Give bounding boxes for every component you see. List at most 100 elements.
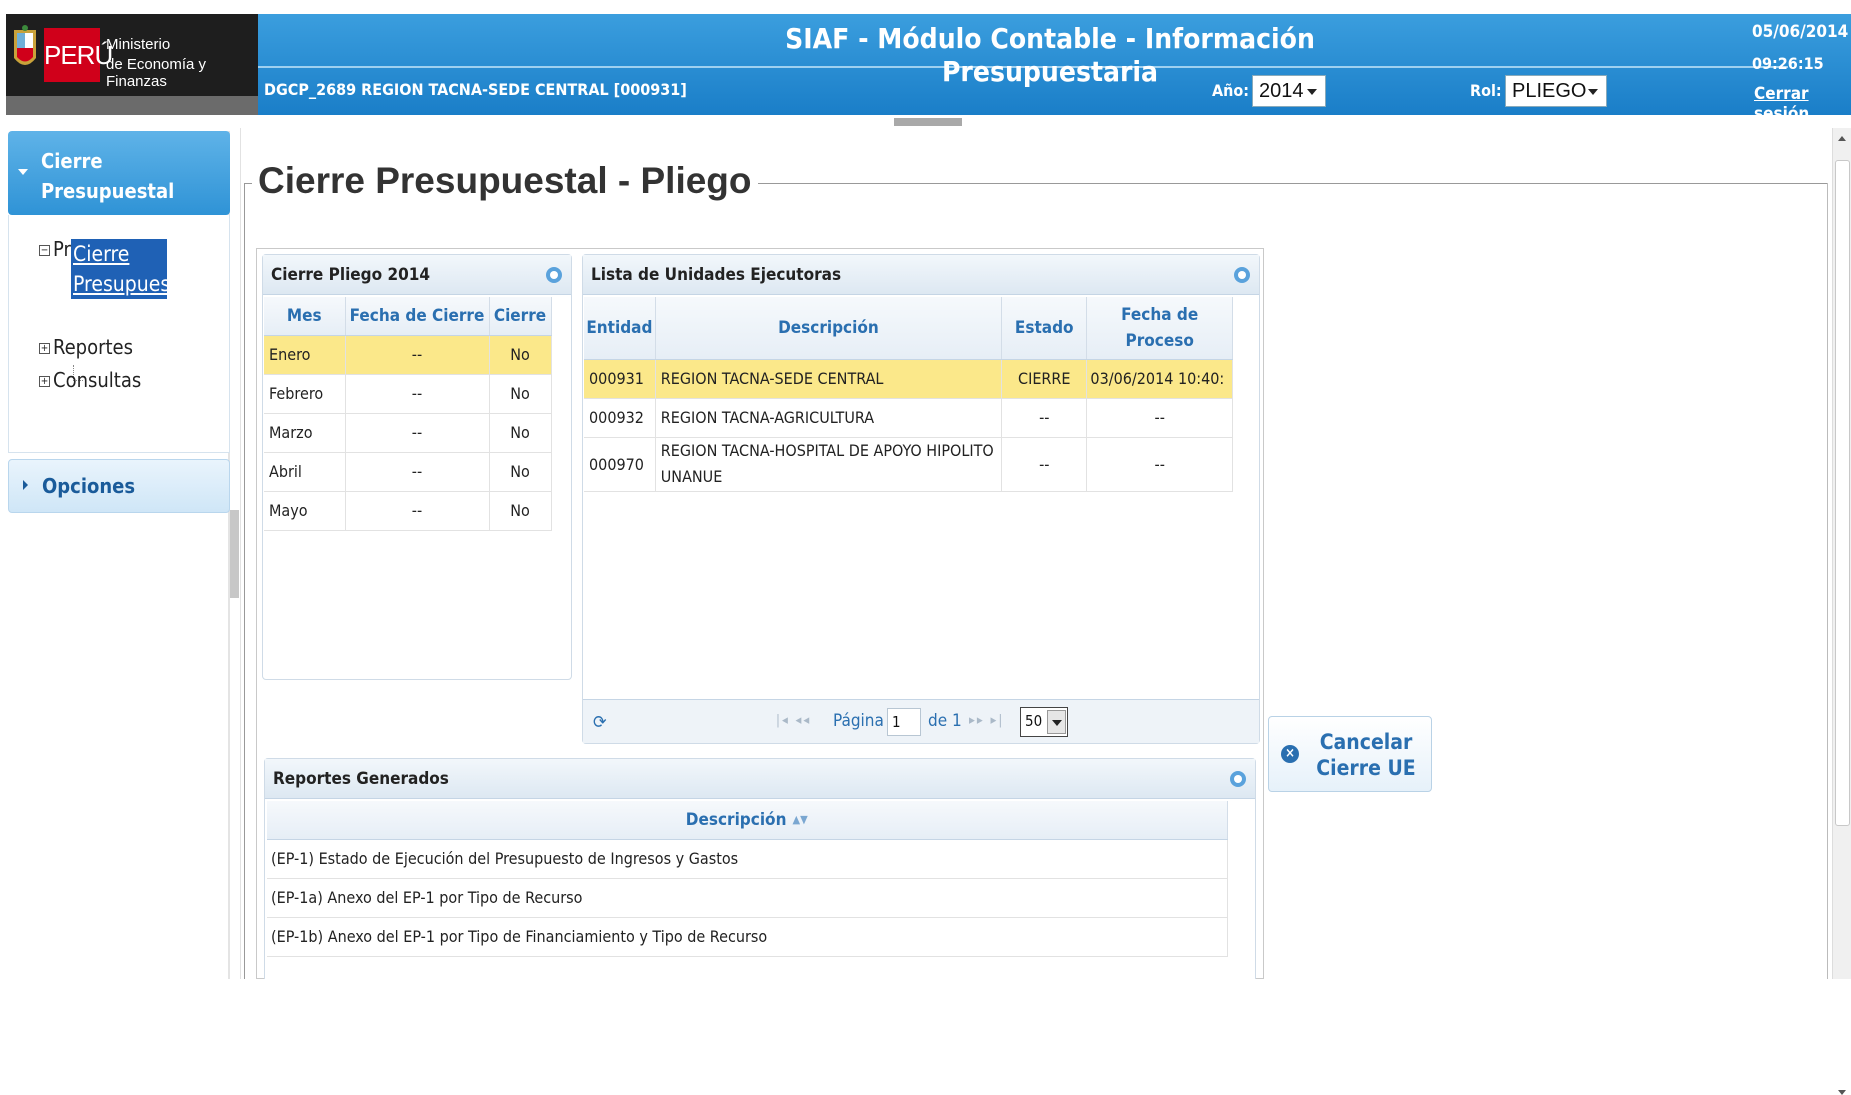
- logo-line-1: Ministerio: [106, 36, 171, 53]
- refresh-icon[interactable]: ⟳: [593, 712, 607, 733]
- table-row[interactable]: Enero -- No: [264, 335, 552, 375]
- cell-mes: Marzo: [264, 413, 346, 453]
- tree-link-cierre-presupuestal[interactable]: Cierre Presupuestal: [71, 239, 194, 299]
- entity-label: DGCP_2689 REGION TACNA-SEDE CENTRAL [000…: [264, 80, 687, 99]
- expand-icon[interactable]: +: [39, 376, 50, 387]
- cell-mes: Enero: [264, 335, 346, 375]
- grid-caption-text: Cierre Pliego 2014: [271, 265, 431, 285]
- column-header-descripcion[interactable]: Descripción ▲▼: [267, 801, 1228, 840]
- grid-caption: Lista de Unidades Ejecutoras: [583, 255, 1259, 295]
- cell-cierre: No: [489, 413, 552, 453]
- table-row[interactable]: Febrero -- No: [264, 374, 552, 414]
- expand-icon[interactable]: +: [39, 343, 50, 354]
- table-row[interactable]: Abril -- No: [264, 452, 552, 492]
- cell-fecha: --: [345, 491, 490, 531]
- cell-fecha: --: [345, 374, 490, 414]
- table-row[interactable]: (EP-1) Estado de Ejecución del Presupues…: [267, 839, 1228, 879]
- cierre-pliego-grid: Cierre Pliego 2014 Mes Fecha de Cierre C…: [262, 254, 572, 680]
- scrollbar-thumb[interactable]: [1835, 160, 1850, 826]
- column-header-entidad[interactable]: Entidad: [584, 297, 656, 360]
- cell-cierre: No: [489, 452, 552, 492]
- splitter-handle[interactable]: [894, 118, 962, 126]
- table-row[interactable]: 000931 REGION TACNA-SEDE CENTRAL CIERRE …: [584, 359, 1233, 399]
- grid-caption-text: Lista de Unidades Ejecutoras: [591, 265, 842, 285]
- cell-descripcion: REGION TACNA-AGRICULTURA: [655, 398, 1003, 438]
- column-header-cierre[interactable]: Cierre: [489, 297, 552, 336]
- ministry-logo: PERÚ Ministerio de Economía y Finanzas: [6, 14, 258, 115]
- page-input[interactable]: 1: [887, 708, 921, 736]
- next-last-page-icons[interactable]: ▸▸ ▸|: [969, 713, 1004, 728]
- rol-select-value: PLIEGO: [1512, 80, 1587, 102]
- cell-fecha: --: [345, 335, 490, 375]
- table-row[interactable]: Marzo -- No: [264, 413, 552, 453]
- table-row[interactable]: (EP-1b) Anexo del EP-1 por Tipo de Finan…: [267, 917, 1228, 957]
- chevron-down-icon: [1307, 89, 1317, 95]
- grid-caption: Cierre Pliego 2014: [263, 255, 571, 295]
- main-scrollbar[interactable]: [1832, 128, 1851, 1095]
- header-time: 09:26:15: [1752, 54, 1824, 73]
- chevron-down-icon: [1588, 89, 1598, 95]
- cell-reporte: (EP-1) Estado de Ejecución del Presupues…: [267, 839, 1228, 879]
- circle-collapse-icon[interactable]: [1230, 771, 1246, 787]
- tree-node-reportes[interactable]: + Reportes: [39, 335, 133, 359]
- first-prev-page-icons[interactable]: |◂ ◂◂: [776, 713, 811, 728]
- logo-line-2: de Economía y Finanzas: [106, 56, 207, 90]
- page-size-value: 50: [1025, 712, 1043, 730]
- accordion-label: Opciones: [42, 474, 136, 498]
- pager: ⟳ |◂ ◂◂ Página 1 de 1 ▸▸ ▸| 50: [583, 699, 1259, 743]
- chevron-down-icon[interactable]: [1047, 710, 1066, 734]
- tree-node-label: Reportes: [53, 335, 133, 359]
- accordion-label: Cierre Presupuestal: [41, 149, 175, 203]
- cell-reporte: (EP-1b) Anexo del EP-1 por Tipo de Finan…: [267, 917, 1228, 957]
- cell-cierre: No: [489, 491, 552, 531]
- header-date: 05/06/2014: [1752, 22, 1849, 42]
- year-label: Año:: [1212, 81, 1250, 100]
- column-header-fecha-proceso[interactable]: Fecha de Proceso: [1086, 297, 1233, 360]
- navigation-tree: −Procesos Cierre Presupuestal +Reportes …: [8, 215, 230, 453]
- cancel-circle-icon: ×: [1281, 745, 1299, 763]
- cell-fecha: --: [345, 413, 490, 453]
- table-row[interactable]: 000932 REGION TACNA-AGRICULTURA -- --: [584, 398, 1233, 438]
- cell-fecha: --: [345, 452, 490, 492]
- column-header-mes[interactable]: Mes: [264, 297, 346, 336]
- cell-estado: CIERRE: [1001, 359, 1088, 399]
- cell-descripcion: REGION TACNA-SEDE CENTRAL: [655, 359, 1003, 399]
- circle-collapse-icon[interactable]: [546, 267, 562, 283]
- tree-node-label: Consultas: [53, 368, 142, 392]
- column-header-descripcion[interactable]: Descripción: [655, 297, 1003, 360]
- page-title: Cierre Presupuestal - Pliego: [252, 160, 758, 202]
- page-size-select[interactable]: 50: [1020, 707, 1068, 737]
- sort-icon[interactable]: ▲▼: [792, 813, 807, 826]
- circle-collapse-icon[interactable]: [1234, 267, 1250, 283]
- cierre-table: Mes Fecha de Cierre Cierre Enero -- No F…: [264, 297, 552, 531]
- ue-table: Entidad Descripción Estado Fecha de Proc…: [584, 297, 1233, 492]
- page-count: de 1: [928, 711, 962, 731]
- year-select[interactable]: 2014: [1252, 75, 1326, 107]
- logo-footer: [6, 96, 258, 115]
- logout-link[interactable]: Cerrar sesión: [1754, 84, 1851, 124]
- cell-cierre: No: [489, 335, 552, 375]
- scroll-down-icon[interactable]: [1838, 1090, 1846, 1095]
- table-row[interactable]: 000970 REGION TACNA-HOSPITAL DE APOYO HI…: [584, 437, 1233, 492]
- reportes-table: Descripción ▲▼ (EP-1) Estado de Ejecución…: [267, 801, 1228, 957]
- cell-fecha-proceso: --: [1086, 437, 1233, 492]
- column-header-estado[interactable]: Estado: [1001, 297, 1088, 360]
- cell-fecha-proceso: 03/06/2014 10:40:: [1086, 359, 1233, 399]
- reportes-generados-grid: Reportes Generados Descripción ▲▼ (EP-1) …: [264, 758, 1256, 979]
- table-row[interactable]: Mayo -- No: [264, 491, 552, 531]
- tree-node-consultas[interactable]: + Consultas: [39, 368, 141, 392]
- column-header-label: Descripción: [685, 809, 787, 830]
- accordion-opciones[interactable]: Opciones: [8, 459, 230, 513]
- cell-estado: --: [1001, 398, 1088, 438]
- sidebar-scrollbar[interactable]: [230, 510, 239, 598]
- scroll-up-icon[interactable]: [1838, 136, 1846, 141]
- column-header-fecha-cierre[interactable]: Fecha de Cierre: [345, 297, 490, 336]
- cancelar-cierre-ue-button[interactable]: × Cancelar Cierre UE: [1268, 716, 1432, 792]
- accordion-cierre-presupuestal[interactable]: Cierre Presupuestal: [8, 131, 230, 215]
- collapse-icon[interactable]: −: [39, 245, 50, 256]
- rol-select[interactable]: PLIEGO: [1505, 75, 1607, 107]
- cell-fecha-proceso: --: [1086, 398, 1233, 438]
- table-row[interactable]: (EP-1a) Anexo del EP-1 por Tipo de Recur…: [267, 878, 1228, 918]
- cell-mes: Mayo: [264, 491, 346, 531]
- cell-entidad: 000932: [584, 398, 656, 438]
